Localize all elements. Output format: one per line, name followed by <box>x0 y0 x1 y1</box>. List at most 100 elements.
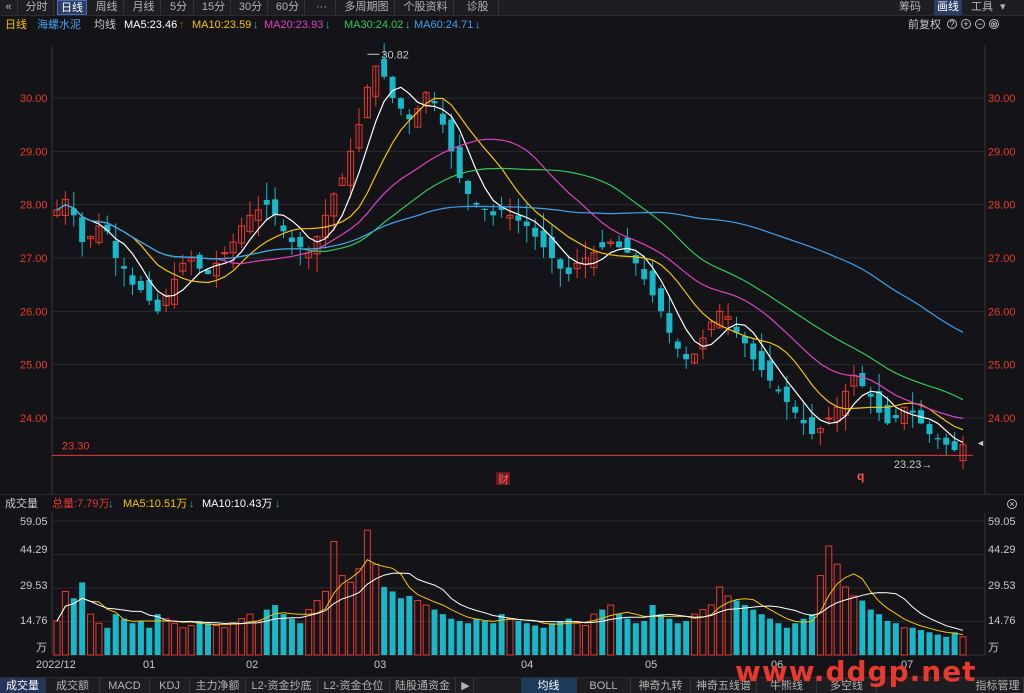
volume-bar-down <box>129 623 136 655</box>
bottom-tab-right-2[interactable]: 神奇九转 <box>631 678 691 693</box>
bottom-tab-left-7[interactable]: 陆股通资金 <box>390 678 456 693</box>
volume-bar-down <box>943 636 950 655</box>
ma-label-2: MA20:23.93 <box>264 19 324 31</box>
ma-arrow-4: ↓ <box>475 19 481 31</box>
tab-7[interactable]: 60分 <box>271 0 305 15</box>
candle-down <box>465 180 472 194</box>
close-volume-icon[interactable]: × <box>1007 499 1017 509</box>
volume-bar-up <box>313 600 321 656</box>
price-tick-right: 28.00 <box>988 200 1016 212</box>
chart-control-icon-1[interactable]: + <box>961 19 971 29</box>
high-label: 30.82 <box>381 49 409 61</box>
bottom-tab-right-0[interactable]: 均线 <box>521 678 577 693</box>
bottom-tab-right-1[interactable]: BOLL <box>577 678 631 693</box>
candle-down <box>767 360 774 381</box>
line-type-label[interactable]: 均线 <box>94 16 116 34</box>
volume-bar-up <box>691 613 699 656</box>
volume-bar-down <box>767 618 774 655</box>
volume-bar-down <box>205 623 211 655</box>
chart-control-icon-0[interactable]: ? <box>947 19 957 29</box>
candle-down <box>196 254 203 269</box>
tab-3[interactable]: 月线 <box>127 0 161 15</box>
volume-bar-down <box>683 620 690 655</box>
volume-bar-up <box>422 604 430 656</box>
candle-down <box>783 386 790 402</box>
tab-8[interactable]: ··· <box>308 0 336 15</box>
indicator-manage-button[interactable]: 指标管理 <box>972 678 1024 693</box>
volume-bar-down <box>79 582 86 655</box>
tab-11[interactable]: 诊股 <box>457 0 499 15</box>
volume-bar-down <box>104 627 111 655</box>
bottom-tab-left-5[interactable]: L2-资金抄底 <box>246 678 318 693</box>
volume-bar-up <box>347 581 355 656</box>
bottom-tab-left-4[interactable]: 主力净额 <box>190 678 246 693</box>
chart-control-icon-2[interactable]: − <box>975 19 985 29</box>
candle-down <box>288 237 295 242</box>
volume-bar-down <box>775 623 782 655</box>
x-axis-label: 01 <box>143 659 155 671</box>
tab-5[interactable]: 15分 <box>197 0 231 15</box>
candle-down <box>666 313 673 333</box>
bottom-tab-left-6[interactable]: L2-资金仓位 <box>318 678 390 693</box>
tab-9[interactable]: 多周期图 <box>339 0 395 15</box>
scroll-right-icon[interactable]: ▶ <box>458 678 474 693</box>
price-tick-left: 25.00 <box>20 360 48 372</box>
bottom-tab-left-3[interactable]: KDJ <box>150 678 190 693</box>
tools-dropdown-icon[interactable]: ▾ <box>1000 0 1006 15</box>
volume-tick-right: 14.76 <box>988 615 1016 627</box>
candle-down <box>381 58 388 77</box>
price-tick-right: 26.00 <box>988 306 1016 318</box>
toolbar-right-1[interactable]: 画线 <box>934 0 962 15</box>
candle-down <box>683 353 690 360</box>
volume-bar-up <box>162 618 170 656</box>
price-tick-left: 29.00 <box>20 146 48 158</box>
period-toolbar: « 分时 日线 周线 月线 5分 15分 30分 60分 ··· 多周期图 个股资料 诊股 筹码 画线工… <box>0 0 1024 16</box>
candle-down <box>951 441 958 450</box>
toolbar-right-0[interactable]: 筹码 <box>899 0 921 15</box>
volume-bar-up <box>842 586 850 656</box>
volume-bar-down <box>280 614 287 655</box>
volume-bar-up <box>414 600 422 656</box>
bottom-tab-left-0[interactable]: 成交量 <box>0 678 46 693</box>
volume-bar-up <box>170 622 178 656</box>
candle-down <box>775 389 782 392</box>
volume-bar-up <box>363 529 371 656</box>
candle-down <box>792 406 799 413</box>
volume-bar-down <box>934 634 941 655</box>
candle-down <box>439 113 446 125</box>
bottom-tab-left-1[interactable]: 成交额 <box>46 678 100 693</box>
tab-6[interactable]: 30分 <box>234 0 268 15</box>
bottom-tab-left-2[interactable]: MACD <box>100 678 150 693</box>
stock-chart[interactable]: 30.00 29.00 28.00 27.00 26.00 25.00 24.00 30.0… <box>0 34 1024 677</box>
ma-arrow-3: ↓ <box>405 19 411 31</box>
volume-bar-up <box>229 622 237 656</box>
volume-bar-down <box>876 614 883 655</box>
volume-bar-down <box>288 618 295 655</box>
chart-control-icon-3[interactable]: ⊗ <box>989 19 999 29</box>
volume-tick-right: 万 <box>988 642 999 654</box>
tab-0[interactable]: 分时 <box>20 0 54 15</box>
candle-down <box>523 221 530 226</box>
volume-bar-down <box>884 620 891 655</box>
volume-bar-down <box>540 627 547 655</box>
volume-bar-down <box>666 618 673 655</box>
candle-down <box>121 266 128 269</box>
tab-4[interactable]: 5分 <box>164 0 194 15</box>
stock-name[interactable]: 海螺水泥 <box>37 16 81 34</box>
volume-bar-down <box>674 623 681 655</box>
candle-up <box>221 252 229 255</box>
candle-down <box>532 227 539 237</box>
tab-10[interactable]: 个股资料 <box>398 0 454 15</box>
volume-bar-down <box>624 618 631 655</box>
candle-down <box>557 259 564 269</box>
volume-bar-down <box>406 595 413 655</box>
adjust-label[interactable]: 前复权 <box>908 16 941 34</box>
volume-bar-up <box>833 563 841 656</box>
volume-bar-down <box>272 605 279 655</box>
back-icon[interactable]: « <box>0 0 18 15</box>
volume-bar-down <box>523 623 530 655</box>
toolbar-right-2[interactable]: 工具 <box>971 0 993 15</box>
tab-2[interactable]: 周线 <box>90 0 124 15</box>
tab-1[interactable]: 日线 <box>57 0 87 15</box>
volume-tick-left: 14.76 <box>20 615 48 627</box>
